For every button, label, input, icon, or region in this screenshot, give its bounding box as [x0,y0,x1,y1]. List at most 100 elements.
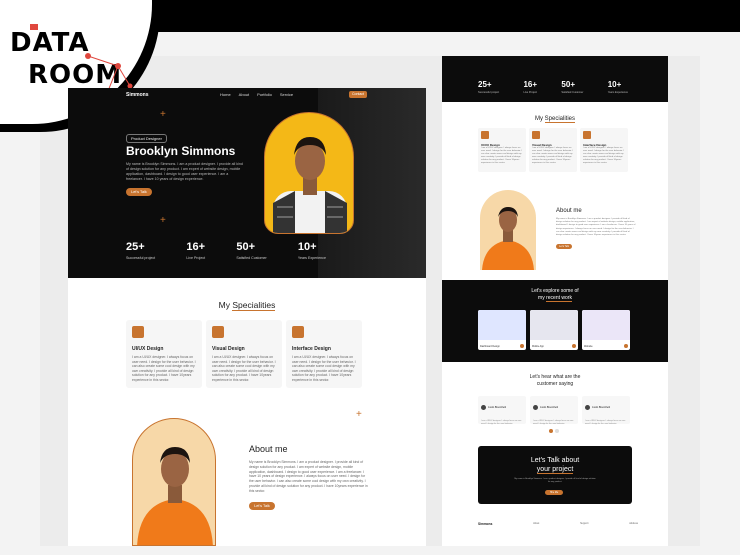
design-icon [532,131,540,139]
recent-work-line2-highlight: recent work [546,295,572,302]
hero-talk-button[interactable]: Let's Talk [126,188,152,196]
testimonial-name: Justin Bloomfield [488,406,507,410]
speciality-card[interactable]: Interface Design I am a UI/UX designer. I… [580,128,628,172]
design-icon [481,131,489,139]
card-title: UI/UX Design [132,346,164,352]
speciality-card[interactable]: Visual Design I am a UI/UX designer. I al… [206,320,282,388]
stats-row-small: 25+ Successful project 16+ Live Project 50… [478,80,628,94]
footer-col-about[interactable]: About [533,522,539,526]
portfolio-mockup-full-page: 25+ Successful project 16+ Live Project 50… [442,56,668,546]
testimonial-card: Justin Bloomfield I am a UI/UX designer. … [478,396,526,425]
nav-brand[interactable]: Simmons [126,92,149,98]
website-thumbnail [582,310,630,340]
speciality-card[interactable]: UI/UX Design I am a UI/UX designer. I alw… [478,128,526,172]
stat-item: 10+ Years Experience [608,80,628,94]
work-card[interactable]: Website [582,310,630,350]
design-icon [132,326,144,338]
person-orange-illustration [482,207,534,270]
stat-value: 25+ [478,80,492,89]
footer-brand[interactable]: Simmons [478,522,492,526]
stat-label: Live Project [186,256,206,260]
about-title-small: About me [556,208,582,214]
testimonials-title: Let's hear what are the customer saying [442,374,668,388]
design-icon [583,131,591,139]
specialities-title-small: My Specialities [442,116,668,123]
stat-item: 25+ Successful project [478,80,499,94]
speciality-cards-small: UI/UX Design I am a UI/UX designer. I alw… [478,128,628,172]
card-title: Interface Design [292,346,331,352]
stat-label: Successful project [478,91,500,94]
footer-col-address[interactable]: Address [629,522,638,526]
design-icon [212,326,224,338]
stat-value: 25+ [126,241,145,253]
stat-item: 10+ Years Experience [298,241,326,260]
specialities-title: My Specialities [68,300,426,311]
specialities-title-highlight: Specialities [544,116,576,123]
design-icon [292,326,304,338]
card-description: I am a UI/UX designer. I always focus on… [132,355,196,382]
lets-talk-section: Let's Talk about your project My name is … [478,446,632,504]
footer: Simmons About Support Address [478,522,638,526]
nav-portfolio[interactable]: Portfolio [257,92,272,97]
contact-button[interactable]: Contact [349,91,367,98]
work-card[interactable]: Dashboard Design [478,310,526,350]
recent-work-section: Let's explore some of my recent work Dash… [442,280,668,362]
person-orange-illustration [137,447,213,545]
nav-home[interactable]: Home [220,92,231,97]
stat-label: Satisfied Customer [561,91,584,94]
testimonial-card: Justin Bloomfield I am a UI/UX designer. … [530,396,578,425]
dashboard-thumbnail [478,310,526,340]
hire-me-button[interactable]: Hire Me [545,490,563,495]
work-caption: Mobile App [532,345,544,348]
speciality-card[interactable]: Interface Design I am a UI/UX designer. I… [286,320,362,388]
speciality-card[interactable]: UI/UX Design I am a UI/UX designer. I alw… [126,320,202,388]
plus-icon: + [160,109,166,120]
testimonials-line2: customer saying [536,381,574,387]
stat-item: 16+ Live Project [186,241,205,260]
hero-portrait [264,112,354,234]
lets-talk-title: Let's Talk about your project [478,456,632,474]
card-description: I am a UI/UX designer. I always focus on… [212,355,276,382]
avatar [585,405,590,411]
lets-talk-line2: your project [536,466,574,474]
hero-name: Brooklyn Simmons [126,144,236,158]
testimonial-name: Justin Bloomfield [540,406,559,410]
stat-label: Years Experience [607,91,628,94]
recent-work-title: Let's explore some of my recent work [442,288,668,302]
card-description: I am a UI/UX designer. I always focus on… [583,147,624,164]
about-talk-button[interactable]: Let's Talk [249,502,275,510]
stats-band: 25+ Successful project 16+ Live Project 50… [442,56,668,102]
card-description: I am a UI/UX designer. I always focus on… [532,147,573,164]
testimonial-card: Justin Bloomfield I am a UI/UX designer. … [582,396,630,425]
avatar [533,405,538,411]
speciality-card[interactable]: Visual Design I am a UI/UX designer. I al… [529,128,577,172]
arrow-icon [624,344,628,348]
carousel-dots[interactable] [549,429,559,433]
plus-icon: + [356,409,362,420]
hero-section: Simmons Home About Portfolio Service Con… [68,88,426,278]
stat-label: Successful project [126,256,156,260]
footer-col-support[interactable]: Support [580,522,588,526]
carousel-dot[interactable] [549,429,553,433]
nav-service[interactable]: Service [280,92,293,97]
work-card[interactable]: Mobile App [530,310,578,350]
about-portrait-small [480,190,536,270]
stat-label: Satisfied Customer [236,256,267,260]
stat-value: 50+ [236,241,256,253]
hero-description: My name is Brooklyn Simmons. I am a prod… [126,162,243,181]
carousel-dot[interactable] [555,429,559,433]
card-description: I am a UI/UX designer. I always focus on… [481,147,522,164]
stat-value: 16+ [523,80,538,89]
card-title: Visual Design [212,346,245,352]
about-text-small: My name is Brooklyn Simmons. I am a prod… [556,218,636,237]
nav-about[interactable]: About [239,92,249,97]
lets-talk-description: My name is Brooklyn Simmons. I am a prod… [514,478,596,483]
recent-work-line2-plain: my [538,295,547,301]
role-badge: Product Designer [126,134,167,143]
about-talk-button-small[interactable]: Let's Talk [556,244,572,249]
recent-work-line1: Let's explore some of [531,288,579,294]
arrow-icon [520,344,524,348]
work-caption: Dashboard Design [480,345,500,348]
testimonial-name: Justin Bloomfield [592,406,611,410]
person-illustration [273,137,347,233]
